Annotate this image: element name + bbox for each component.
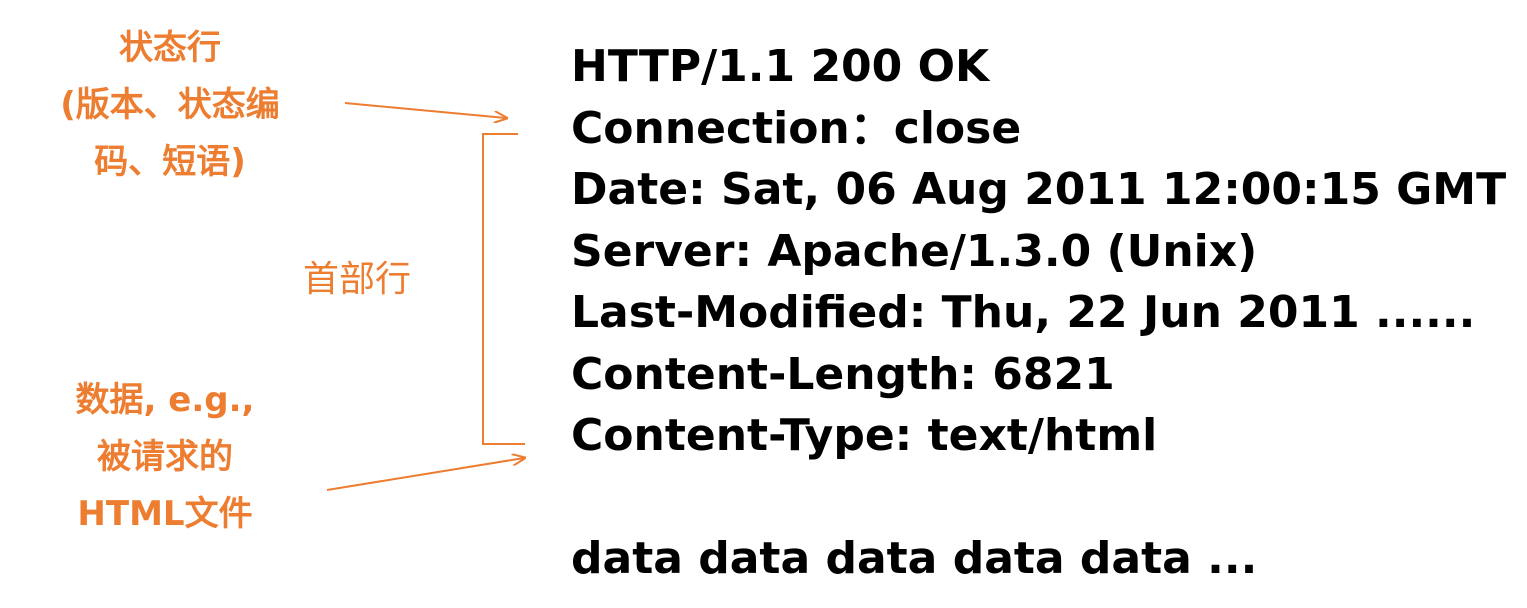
data-label-line: HTML文件 bbox=[77, 494, 253, 534]
header-lines-label: 首部行 bbox=[303, 259, 412, 300]
data-arrow bbox=[326, 458, 524, 491]
header-line: Content-Length: 6821 bbox=[571, 348, 1115, 400]
header-line: Server: Apache/1.3.0 (Unix) bbox=[571, 225, 1258, 277]
status-line-arrow bbox=[344, 102, 506, 118]
status-line: HTTP/1.1 200 OK bbox=[571, 41, 990, 92]
data-label: 数据, e.g., 被请求的 HTML文件 bbox=[40, 372, 290, 543]
header-lines-bracket bbox=[482, 133, 525, 445]
entity-body: data data data data data ... bbox=[571, 533, 1258, 584]
header-line: Date: Sat, 06 Aug 2011 12:00:15 GMT bbox=[571, 164, 1507, 215]
data-label-line: 数据, e.g., bbox=[75, 380, 255, 420]
data-label-line: 被请求的 bbox=[97, 437, 233, 477]
status-line-label-line: 状态行 bbox=[119, 28, 221, 68]
status-line-label-line: (版本、状态编 bbox=[60, 85, 280, 125]
status-line-label: 状态行 (版本、状态编 码、短语) bbox=[20, 20, 320, 191]
header-line: Last-Modified: Thu, 22 Jun 2011 ...... bbox=[571, 287, 1476, 338]
header-line: Content-Type: text/html bbox=[571, 410, 1158, 461]
http-response-message: HTTP/1.1 200 OK Connection：close Date: S… bbox=[571, 36, 1506, 590]
status-line-label-line: 码、短语) bbox=[94, 142, 246, 182]
blank-line bbox=[571, 467, 1506, 529]
header-line: Connection：close bbox=[571, 102, 1022, 154]
